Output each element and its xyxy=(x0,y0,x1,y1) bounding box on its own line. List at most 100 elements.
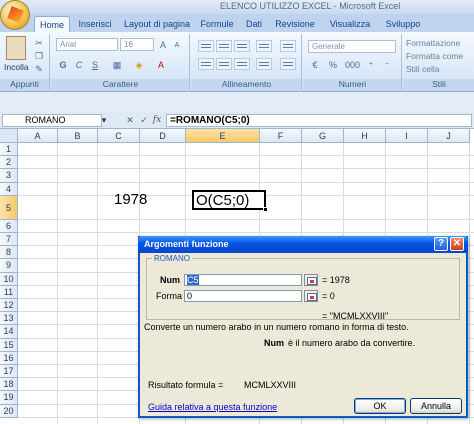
column-header[interactable]: J xyxy=(428,129,470,143)
arguments-group xyxy=(146,258,460,320)
italic-icon[interactable]: C xyxy=(72,58,86,71)
font-size-box[interactable]: 16 xyxy=(120,38,154,51)
row-header[interactable]: 15 xyxy=(0,338,18,352)
thousands-icon[interactable]: 000 xyxy=(344,58,360,71)
tab-home[interactable]: Home xyxy=(34,16,70,32)
bold-icon[interactable]: G xyxy=(56,58,70,71)
row-header[interactable]: 10 xyxy=(0,272,18,286)
enter-formula-icon[interactable]: ✓ xyxy=(138,115,150,126)
align-bottom-icon[interactable] xyxy=(234,40,250,52)
tab-layout[interactable]: Layout di pagina xyxy=(122,16,192,32)
borders-icon[interactable]: ▦ xyxy=(110,58,124,71)
arg-forma-collapse-icon[interactable] xyxy=(304,290,318,302)
dialog-title-bar[interactable]: Argomenti funzione ? ✕ xyxy=(138,236,468,253)
row-header[interactable]: 7 xyxy=(0,233,18,247)
row-header[interactable]: 11 xyxy=(0,285,18,299)
font-color-icon[interactable]: A xyxy=(154,58,168,71)
row-header[interactable]: 18 xyxy=(0,378,18,392)
arg-num-collapse-icon[interactable] xyxy=(304,274,318,286)
cell-styles-button[interactable]: Stili cella xyxy=(406,64,440,74)
align-center-icon[interactable] xyxy=(216,58,232,70)
ribbon: Incolla ✂ ❐ ✎ Appunti Arial 16 A A G C S… xyxy=(0,32,474,92)
office-button[interactable] xyxy=(0,0,30,30)
fill-handle[interactable] xyxy=(263,207,268,212)
group-font: Arial 16 A A G C S ▦ ◈ A Carattere xyxy=(52,34,190,90)
tab-formule[interactable]: Formule xyxy=(200,16,234,32)
fill-color-icon[interactable]: ◈ xyxy=(132,58,146,71)
cell-c5[interactable]: 1978 xyxy=(114,191,147,208)
tab-visualizza[interactable]: Visualizza xyxy=(326,16,374,32)
row-header[interactable]: 6 xyxy=(0,219,18,233)
merge-center-icon[interactable] xyxy=(280,58,296,70)
format-as-table-button[interactable]: Formatta come xyxy=(406,51,463,61)
insert-function-icon[interactable]: fx xyxy=(151,115,163,126)
column-header[interactable]: F xyxy=(260,129,302,143)
align-top-icon[interactable] xyxy=(198,40,214,52)
dialog-title: Argomenti funzione xyxy=(144,239,229,249)
indent-icon[interactable] xyxy=(256,58,272,70)
row-header[interactable]: 16 xyxy=(0,351,18,365)
row-header[interactable]: 5 xyxy=(0,195,18,220)
row-header[interactable]: 1 xyxy=(0,143,18,157)
paste-icon[interactable] xyxy=(6,36,26,60)
grow-font-icon[interactable]: A xyxy=(156,38,170,51)
arg-forma-input[interactable]: 0 xyxy=(184,290,302,302)
help-icon[interactable]: ? xyxy=(434,237,448,251)
row-header[interactable]: 19 xyxy=(0,391,18,405)
column-header[interactable]: B xyxy=(58,129,98,143)
arg-num-value: C5 xyxy=(187,275,199,285)
column-header[interactable]: D xyxy=(140,129,186,143)
font-name-box[interactable]: Arial xyxy=(56,38,118,51)
cancel-formula-icon[interactable]: ✕ xyxy=(124,115,136,126)
column-header[interactable]: C xyxy=(98,129,140,143)
name-box[interactable]: ROMANO xyxy=(2,114,102,127)
row-header[interactable]: 13 xyxy=(0,312,18,326)
help-link[interactable]: Guida relativa a questa funzione xyxy=(148,402,277,412)
row-header[interactable]: 3 xyxy=(0,169,18,183)
wrap-text-icon[interactable] xyxy=(280,40,296,52)
decrease-decimal-icon[interactable]: ⁻ xyxy=(380,58,394,71)
active-cell-e5[interactable]: O(C5;0) xyxy=(192,190,268,212)
row-header[interactable]: 14 xyxy=(0,325,18,339)
row-header[interactable]: 8 xyxy=(0,246,18,260)
row-header[interactable]: 9 xyxy=(0,259,18,273)
format-painter-icon[interactable]: ✎ xyxy=(32,62,46,75)
shrink-font-icon[interactable]: A xyxy=(170,38,184,51)
currency-icon[interactable]: € xyxy=(308,58,322,71)
cut-icon[interactable]: ✂ xyxy=(32,36,46,49)
tab-sviluppo[interactable]: Sviluppo xyxy=(382,16,424,32)
align-left-icon[interactable] xyxy=(198,58,214,70)
column-header[interactable]: H xyxy=(344,129,386,143)
tab-inserisci[interactable]: Inserisci xyxy=(74,16,116,32)
formula-input[interactable]: =ROMANO(C5;0) xyxy=(166,114,472,127)
row-header[interactable]: 2 xyxy=(0,156,18,170)
column-header[interactable]: I xyxy=(386,129,428,143)
row-header[interactable]: 20 xyxy=(0,404,18,418)
tab-revisione[interactable]: Revisione xyxy=(272,16,318,32)
column-header[interactable]: G xyxy=(302,129,344,143)
percent-icon[interactable]: % xyxy=(326,58,340,71)
conditional-formatting-button[interactable]: Formattazione xyxy=(406,38,460,48)
row-header[interactable]: 12 xyxy=(0,299,18,313)
align-middle-icon[interactable] xyxy=(216,40,232,52)
arg-num-result: = 1978 xyxy=(322,275,350,285)
column-header[interactable]: E xyxy=(186,129,260,143)
close-icon[interactable]: ✕ xyxy=(450,237,464,251)
row-header[interactable]: 4 xyxy=(0,182,18,196)
orientation-icon[interactable] xyxy=(256,40,272,52)
ok-button[interactable]: OK xyxy=(354,398,406,414)
select-all-corner[interactable] xyxy=(0,129,18,143)
arg-num-input[interactable]: C5 xyxy=(184,274,302,286)
align-right-icon[interactable] xyxy=(234,58,250,70)
grid-column-line xyxy=(469,143,470,424)
number-format-box[interactable]: Generale xyxy=(308,40,396,53)
row-header[interactable]: 17 xyxy=(0,365,18,379)
name-box-dropdown-icon[interactable]: ▾ xyxy=(98,115,110,126)
tab-dati[interactable]: Dati xyxy=(242,16,266,32)
paste-label[interactable]: Incolla xyxy=(4,62,29,72)
column-header[interactable]: A xyxy=(18,129,58,143)
cancel-button[interactable]: Annulla xyxy=(410,398,462,414)
copy-icon[interactable]: ❐ xyxy=(32,49,46,62)
increase-decimal-icon[interactable]: ⁺ xyxy=(364,58,378,71)
underline-icon[interactable]: S xyxy=(88,58,102,71)
